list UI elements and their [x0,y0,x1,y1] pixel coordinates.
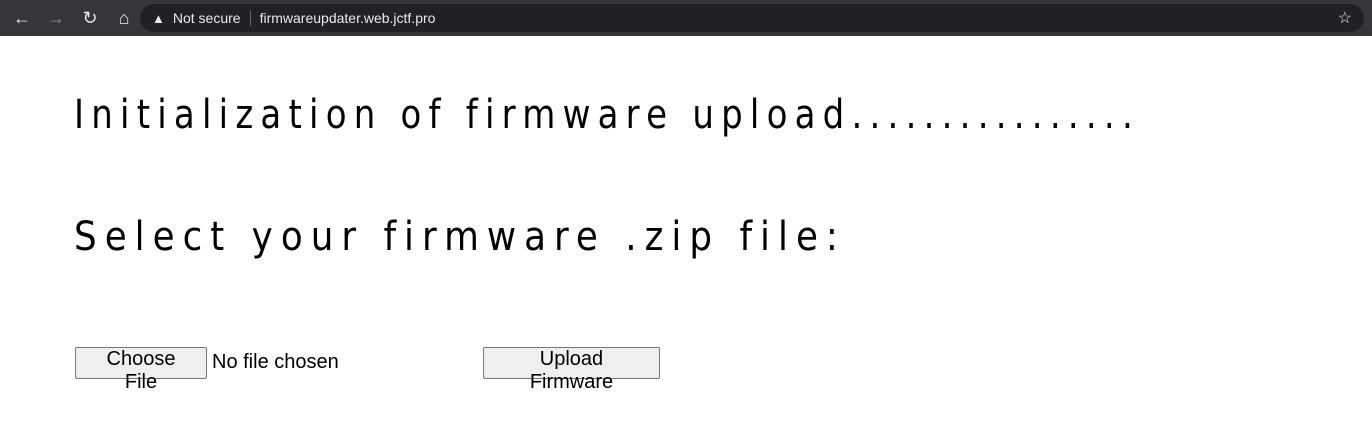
upload-firmware-button[interactable]: Upload Firmware [483,347,660,393]
forward-icon[interactable]: → [39,8,73,29]
warning-icon: ▲ [152,10,165,26]
back-icon[interactable]: ← [5,8,39,29]
choose-file-button[interactable]: Choose File [75,347,207,393]
file-status: No file chosen [212,351,339,373]
divider [249,10,251,26]
security-label[interactable]: Not secure [173,10,241,26]
address-bar[interactable]: ▲ Not secure firmwareupdater.web.jctf.pr… [140,4,1364,32]
bookmark-star-icon[interactable]: ☆ [1338,8,1352,28]
upload-prompt: Select your firmware .zip file: [74,214,846,260]
home-icon[interactable]: ⌂ [107,8,141,29]
browser-toolbar: ← → ↻ ⌂ ▲ Not secure firmwareupdater.web… [0,0,1372,36]
url-text[interactable]: firmwareupdater.web.jctf.pro [260,10,436,26]
reload-icon[interactable]: ↻ [73,8,107,29]
page-title: Initialization of firmware upload.......… [74,92,1140,138]
